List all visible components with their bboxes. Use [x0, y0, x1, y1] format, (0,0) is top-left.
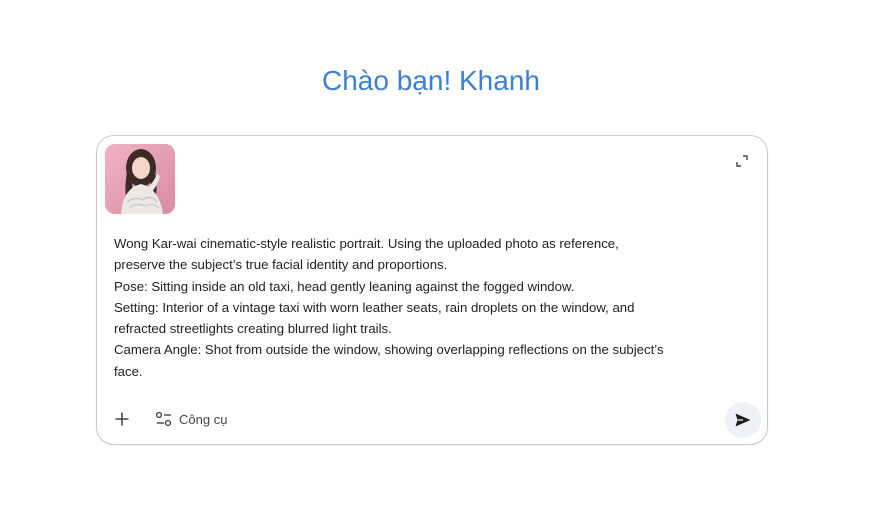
prompt-composer[interactable]: Wong Kar-wai cinematic-style realistic p…: [96, 135, 768, 445]
uploaded-photo: [105, 144, 175, 214]
greeting-title: Chào bạn! Khanh: [322, 65, 540, 96]
plus-icon: [115, 412, 129, 426]
tools-label: Công cụ: [179, 411, 228, 427]
send-icon: [735, 413, 751, 427]
send-button[interactable]: [725, 402, 761, 438]
prompt-input[interactable]: Wong Kar-wai cinematic-style realistic p…: [114, 233, 742, 382]
expand-button[interactable]: [733, 152, 751, 170]
tools-icon: [155, 411, 172, 427]
expand-icon: [736, 155, 748, 167]
add-attachment-button[interactable]: [111, 408, 133, 430]
tools-button[interactable]: Công cụ: [155, 408, 227, 430]
attachment-thumbnail[interactable]: [105, 144, 175, 214]
